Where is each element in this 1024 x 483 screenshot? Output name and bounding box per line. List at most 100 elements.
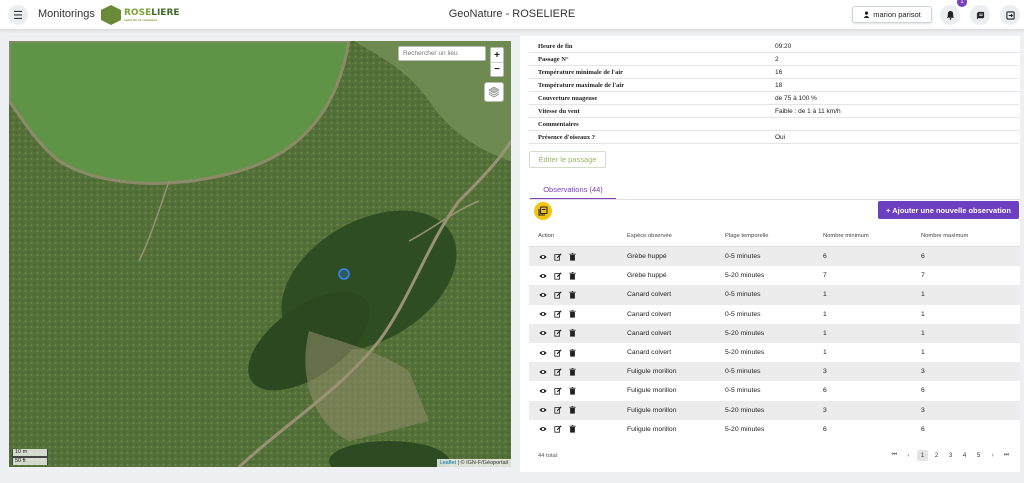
time-range-cell: 0-5 minutes (725, 310, 761, 318)
trash-icon[interactable] (568, 406, 577, 415)
edit-icon[interactable] (553, 290, 562, 299)
eye-icon[interactable] (538, 406, 547, 415)
logo-text: ROSELIERE suivi de la roselière (124, 7, 180, 22)
trash-icon[interactable] (568, 310, 577, 319)
column-header-time-range[interactable]: Plage temporelle (725, 233, 823, 239)
eye-icon[interactable] (538, 271, 547, 280)
property-row: Passage N° 2 (529, 53, 1019, 66)
trash-icon[interactable] (568, 271, 577, 280)
column-header-max-count[interactable]: Nombre maximum (921, 233, 1020, 239)
edit-icon[interactable] (553, 386, 562, 395)
max-count-cell: 6 (921, 387, 925, 395)
zoom-in-button[interactable]: + (491, 48, 503, 62)
table-row: Fuligule morillon 0-5 minutes 6 6 (529, 381, 1020, 400)
min-count-cell: 6 (823, 387, 827, 395)
column-header-species[interactable]: Espèce observée (627, 233, 725, 239)
trash-icon[interactable] (568, 348, 577, 357)
eye-icon[interactable] (538, 329, 547, 338)
time-range-cell: 5-20 minutes (725, 329, 765, 337)
menu-button[interactable]: ☰ (8, 5, 28, 25)
scale-metric: 10 m (12, 449, 48, 457)
layers-button[interactable] (484, 82, 504, 102)
tab-divider (529, 199, 1020, 200)
max-count-cell: 1 (921, 349, 925, 357)
edit-icon[interactable] (553, 425, 562, 434)
table-header: Action Espèce observée Plage temporelle … (529, 226, 1020, 247)
row-actions (529, 386, 627, 395)
edit-icon[interactable] (553, 252, 562, 261)
logout-button[interactable] (1000, 5, 1020, 25)
eye-icon[interactable] (538, 310, 547, 319)
max-count-cell: 6 (921, 425, 925, 433)
table-row: Canard colvert 0-5 minutes 1 1 (529, 305, 1020, 324)
trash-icon[interactable] (568, 252, 577, 261)
edit-icon[interactable] (553, 310, 562, 319)
eye-icon[interactable] (538, 290, 547, 299)
time-range-cell: 0-5 minutes (725, 291, 761, 299)
trash-icon[interactable] (568, 329, 577, 338)
row-actions (529, 406, 627, 415)
place-search-input[interactable] (398, 46, 486, 61)
attribution-text: | © IGN-F/Géoportail (457, 460, 508, 466)
min-count-cell: 3 (823, 368, 827, 376)
species-cell: Canard colvert (627, 329, 672, 337)
property-row: Température maximale de l'air 18 (529, 79, 1019, 92)
next-page-button[interactable]: › (987, 450, 998, 461)
edit-icon[interactable] (553, 348, 562, 357)
edit-visit-button[interactable]: Éditer le passage (529, 151, 606, 168)
edit-icon[interactable] (553, 367, 562, 376)
time-range-cell: 5-20 minutes (725, 349, 765, 357)
eye-icon[interactable] (538, 386, 547, 395)
app-name[interactable]: Monitorings (38, 8, 95, 20)
user-button[interactable]: marion parisot (852, 6, 932, 23)
max-count-cell: 3 (921, 406, 925, 414)
map[interactable]: + − 10 m 50 ft Leaflet | © IGN-F/Géoport… (9, 41, 511, 467)
leaflet-link[interactable]: Leaflet (440, 460, 457, 466)
column-header-min-count[interactable]: Nombre minimum (823, 233, 921, 239)
observations-table: Action Espèce observée Plage temporelle … (529, 226, 1020, 439)
last-page-button[interactable]: ⏭ (1001, 450, 1012, 461)
details-panel: Heure de fin 09:20 Passage N° 2 Températur… (520, 36, 1020, 472)
page-button[interactable]: 3 (945, 450, 956, 461)
edit-icon[interactable] (553, 271, 562, 280)
eye-icon[interactable] (538, 367, 547, 376)
satellite-imagery (9, 41, 511, 467)
row-actions (529, 271, 627, 280)
notifications-button[interactable] (940, 5, 960, 25)
page-button[interactable]: 4 (959, 450, 970, 461)
species-cell: Fuligule morillon (627, 425, 677, 433)
eye-icon[interactable] (538, 348, 547, 357)
time-range-cell: 0-5 minutes (725, 253, 761, 261)
observation-marker[interactable] (337, 267, 351, 281)
edit-icon[interactable] (553, 406, 562, 415)
logout-icon (1005, 10, 1015, 20)
notification-badge: 1 (957, 0, 967, 7)
zoom-out-button[interactable]: − (491, 62, 503, 76)
layers-icon (488, 86, 500, 98)
column-header-action[interactable]: Action (529, 233, 627, 239)
page-button[interactable]: 5 (973, 450, 984, 461)
logo[interactable]: ROSELIERE suivi de la roselière (101, 5, 180, 25)
total-count: 44 total (538, 453, 558, 459)
trash-icon[interactable] (568, 290, 577, 299)
book-icon (976, 11, 984, 19)
page-button[interactable]: 2 (931, 450, 942, 461)
previous-page-button[interactable]: ‹ (903, 450, 914, 461)
trash-icon[interactable] (568, 367, 577, 376)
edit-icon[interactable] (553, 329, 562, 338)
property-row: Température minimale de l'air 16 (529, 66, 1019, 79)
column-toggle-button[interactable] (534, 202, 552, 220)
table-row: Canard colvert 5-20 minutes 1 1 (529, 323, 1020, 343)
top-bar: ☰ Monitorings ROSELIERE suivi de la rose… (0, 0, 1024, 30)
tab-observations[interactable]: Observations (44) (530, 181, 616, 200)
page-button[interactable]: 1 (917, 450, 928, 461)
first-page-button[interactable]: ⏮ (889, 450, 900, 461)
documentation-button[interactable] (970, 5, 990, 25)
add-observation-button[interactable]: + Ajouter une nouvelle observation (878, 201, 1019, 219)
species-cell: Fuligule morillon (627, 406, 677, 414)
trash-icon[interactable] (568, 425, 577, 434)
eye-icon[interactable] (538, 425, 547, 434)
min-count-cell: 1 (823, 310, 827, 318)
trash-icon[interactable] (568, 386, 577, 395)
eye-icon[interactable] (538, 252, 547, 261)
